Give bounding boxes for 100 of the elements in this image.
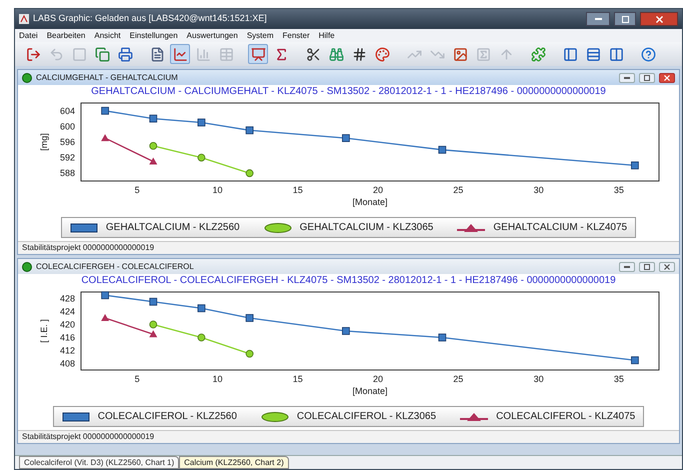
close-button[interactable] <box>659 72 675 82</box>
printer-icon <box>118 46 132 62</box>
close-icon <box>664 264 670 270</box>
x-tick-label: 20 <box>372 185 383 195</box>
menu-item[interactable]: Hilfe <box>318 32 335 40</box>
minimize-button[interactable] <box>586 12 610 26</box>
x-tick-label: 35 <box>613 374 624 384</box>
document-tab[interactable]: Colecalciferol (Vit. D3) (KLZ2560, Chart 1) <box>19 456 180 469</box>
app-icon <box>19 14 29 24</box>
undo-icon <box>48 46 64 62</box>
window-title: LABS Graphic: Geladen aus [LABS420@wnt145:1521:XE] <box>33 12 267 26</box>
x-tick-label: 20 <box>372 374 383 384</box>
legend-label: GEHALTCALCIUM - KLZ4075 <box>493 221 628 235</box>
help-icon <box>640 46 656 62</box>
restore-icon <box>644 74 650 80</box>
circle-marker <box>245 169 253 178</box>
restore-button[interactable] <box>639 72 655 82</box>
triangle-marker <box>100 314 109 321</box>
legend-ellipse-icon <box>260 412 289 422</box>
close-icon <box>664 74 670 80</box>
legend-label: GEHALTCALCIUM - KLZ3065 <box>300 221 434 235</box>
panel-icon <box>562 46 578 62</box>
status-bar: Stabilitätsprojekt 0000000000000019 <box>18 241 679 254</box>
status-bar: Stabilitätsprojekt 0000000000000019 <box>18 430 679 443</box>
table-icon <box>218 46 234 62</box>
minimize-icon <box>624 266 630 268</box>
x-tick-label: 30 <box>533 185 544 195</box>
square-icon <box>72 46 86 62</box>
y-tick-label: 604 <box>59 106 74 116</box>
columns-icon <box>608 46 624 62</box>
circle-marker <box>245 350 253 358</box>
legend-label: GEHALTCALCIUM - KLZ2560 <box>106 221 240 235</box>
menu-item[interactable]: Ansicht <box>94 32 121 40</box>
copy-icon <box>94 46 110 62</box>
x-tick-label: 5 <box>134 185 140 195</box>
close-button[interactable] <box>640 12 678 26</box>
minimize-button[interactable] <box>619 72 635 82</box>
square-marker <box>245 314 253 322</box>
y-axis-label: [ I.E. ] <box>38 319 48 343</box>
x-tick-label: 25 <box>452 185 463 195</box>
x-tick-label: 25 <box>452 374 463 384</box>
y-tick-label: 428 <box>59 294 74 304</box>
restore-button[interactable] <box>639 262 655 272</box>
x-tick-label: 15 <box>292 374 302 384</box>
menu-item[interactable]: Einstellungen <box>130 32 178 40</box>
legend-triangle-icon <box>460 412 488 422</box>
y-tick-label: 588 <box>59 168 74 178</box>
y-tick-label: 424 <box>59 306 74 316</box>
circle-marker <box>148 320 157 328</box>
square-marker <box>100 291 108 300</box>
scissors-icon <box>306 46 320 62</box>
legend-label: COLECALCIFEROL - KLZ4075 <box>496 410 636 424</box>
triangle-marker <box>148 330 157 338</box>
menu-item[interactable]: Auswertungen <box>186 32 238 40</box>
legend-square-icon <box>70 222 98 232</box>
y-tick-label: 596 <box>59 137 74 147</box>
legend-label: COLECALCIFEROL - KLZ2560 <box>98 410 237 424</box>
x-tick-label: 5 <box>134 374 140 384</box>
y-tick-label: 408 <box>59 358 74 368</box>
maximize-button[interactable] <box>614 12 636 26</box>
chart-window-title: COLECALCIFERGEH - COLECALCIFEROL <box>36 260 194 272</box>
x-axis-label: [Monate] <box>352 386 388 396</box>
triangle-marker <box>148 158 157 164</box>
presentation-icon <box>250 46 266 62</box>
menu-item[interactable]: Fenster <box>282 32 310 40</box>
binoculars-icon <box>328 46 344 62</box>
y-tick-label: 420 <box>59 320 74 330</box>
chart-title: COLECALCIFEROL - COLECALCIFERGEH - KLZ4075 - SM13502 - 28012012-1 - 1 - HE2187496 - 0000000000000019 <box>81 274 616 288</box>
y-axis-label: [mg] <box>38 133 48 151</box>
document-icon <box>150 46 164 62</box>
exit-icon <box>26 46 40 62</box>
menu-item[interactable]: System <box>246 32 274 40</box>
y-tick-label: 412 <box>59 346 74 356</box>
menu-item[interactable]: Datei <box>19 32 38 40</box>
y-tick-label: 600 <box>59 121 74 132</box>
legend-label: COLECALCIFEROL - KLZ3065 <box>296 410 436 424</box>
puzzle-icon <box>530 46 546 62</box>
x-tick-label: 15 <box>292 185 302 195</box>
legend-ellipse-icon <box>264 222 292 232</box>
image-icon <box>452 46 468 62</box>
circle-marker <box>148 142 157 150</box>
x-axis-label: [Monate] <box>352 197 388 207</box>
status-dot-icon <box>22 72 32 82</box>
x-tick-label: 30 <box>533 374 544 384</box>
legend-triangle-icon <box>457 222 486 232</box>
palette-icon <box>374 46 390 62</box>
square-marker <box>245 126 253 134</box>
restore-icon <box>644 264 650 270</box>
sigma-icon <box>476 46 490 62</box>
menu-item[interactable]: Bearbeiten <box>46 32 86 40</box>
x-tick-label: 10 <box>212 185 222 195</box>
rows-icon <box>586 46 600 62</box>
square-marker <box>100 106 108 115</box>
document-tab[interactable]: Calcium (KLZ2560, Chart 2) <box>179 456 289 469</box>
close-icon <box>656 16 662 22</box>
minimize-button[interactable] <box>619 262 635 272</box>
line-chart-icon <box>172 46 188 62</box>
close-button[interactable] <box>659 262 675 272</box>
x-tick-label: 35 <box>613 185 624 195</box>
hash-icon <box>352 46 366 62</box>
